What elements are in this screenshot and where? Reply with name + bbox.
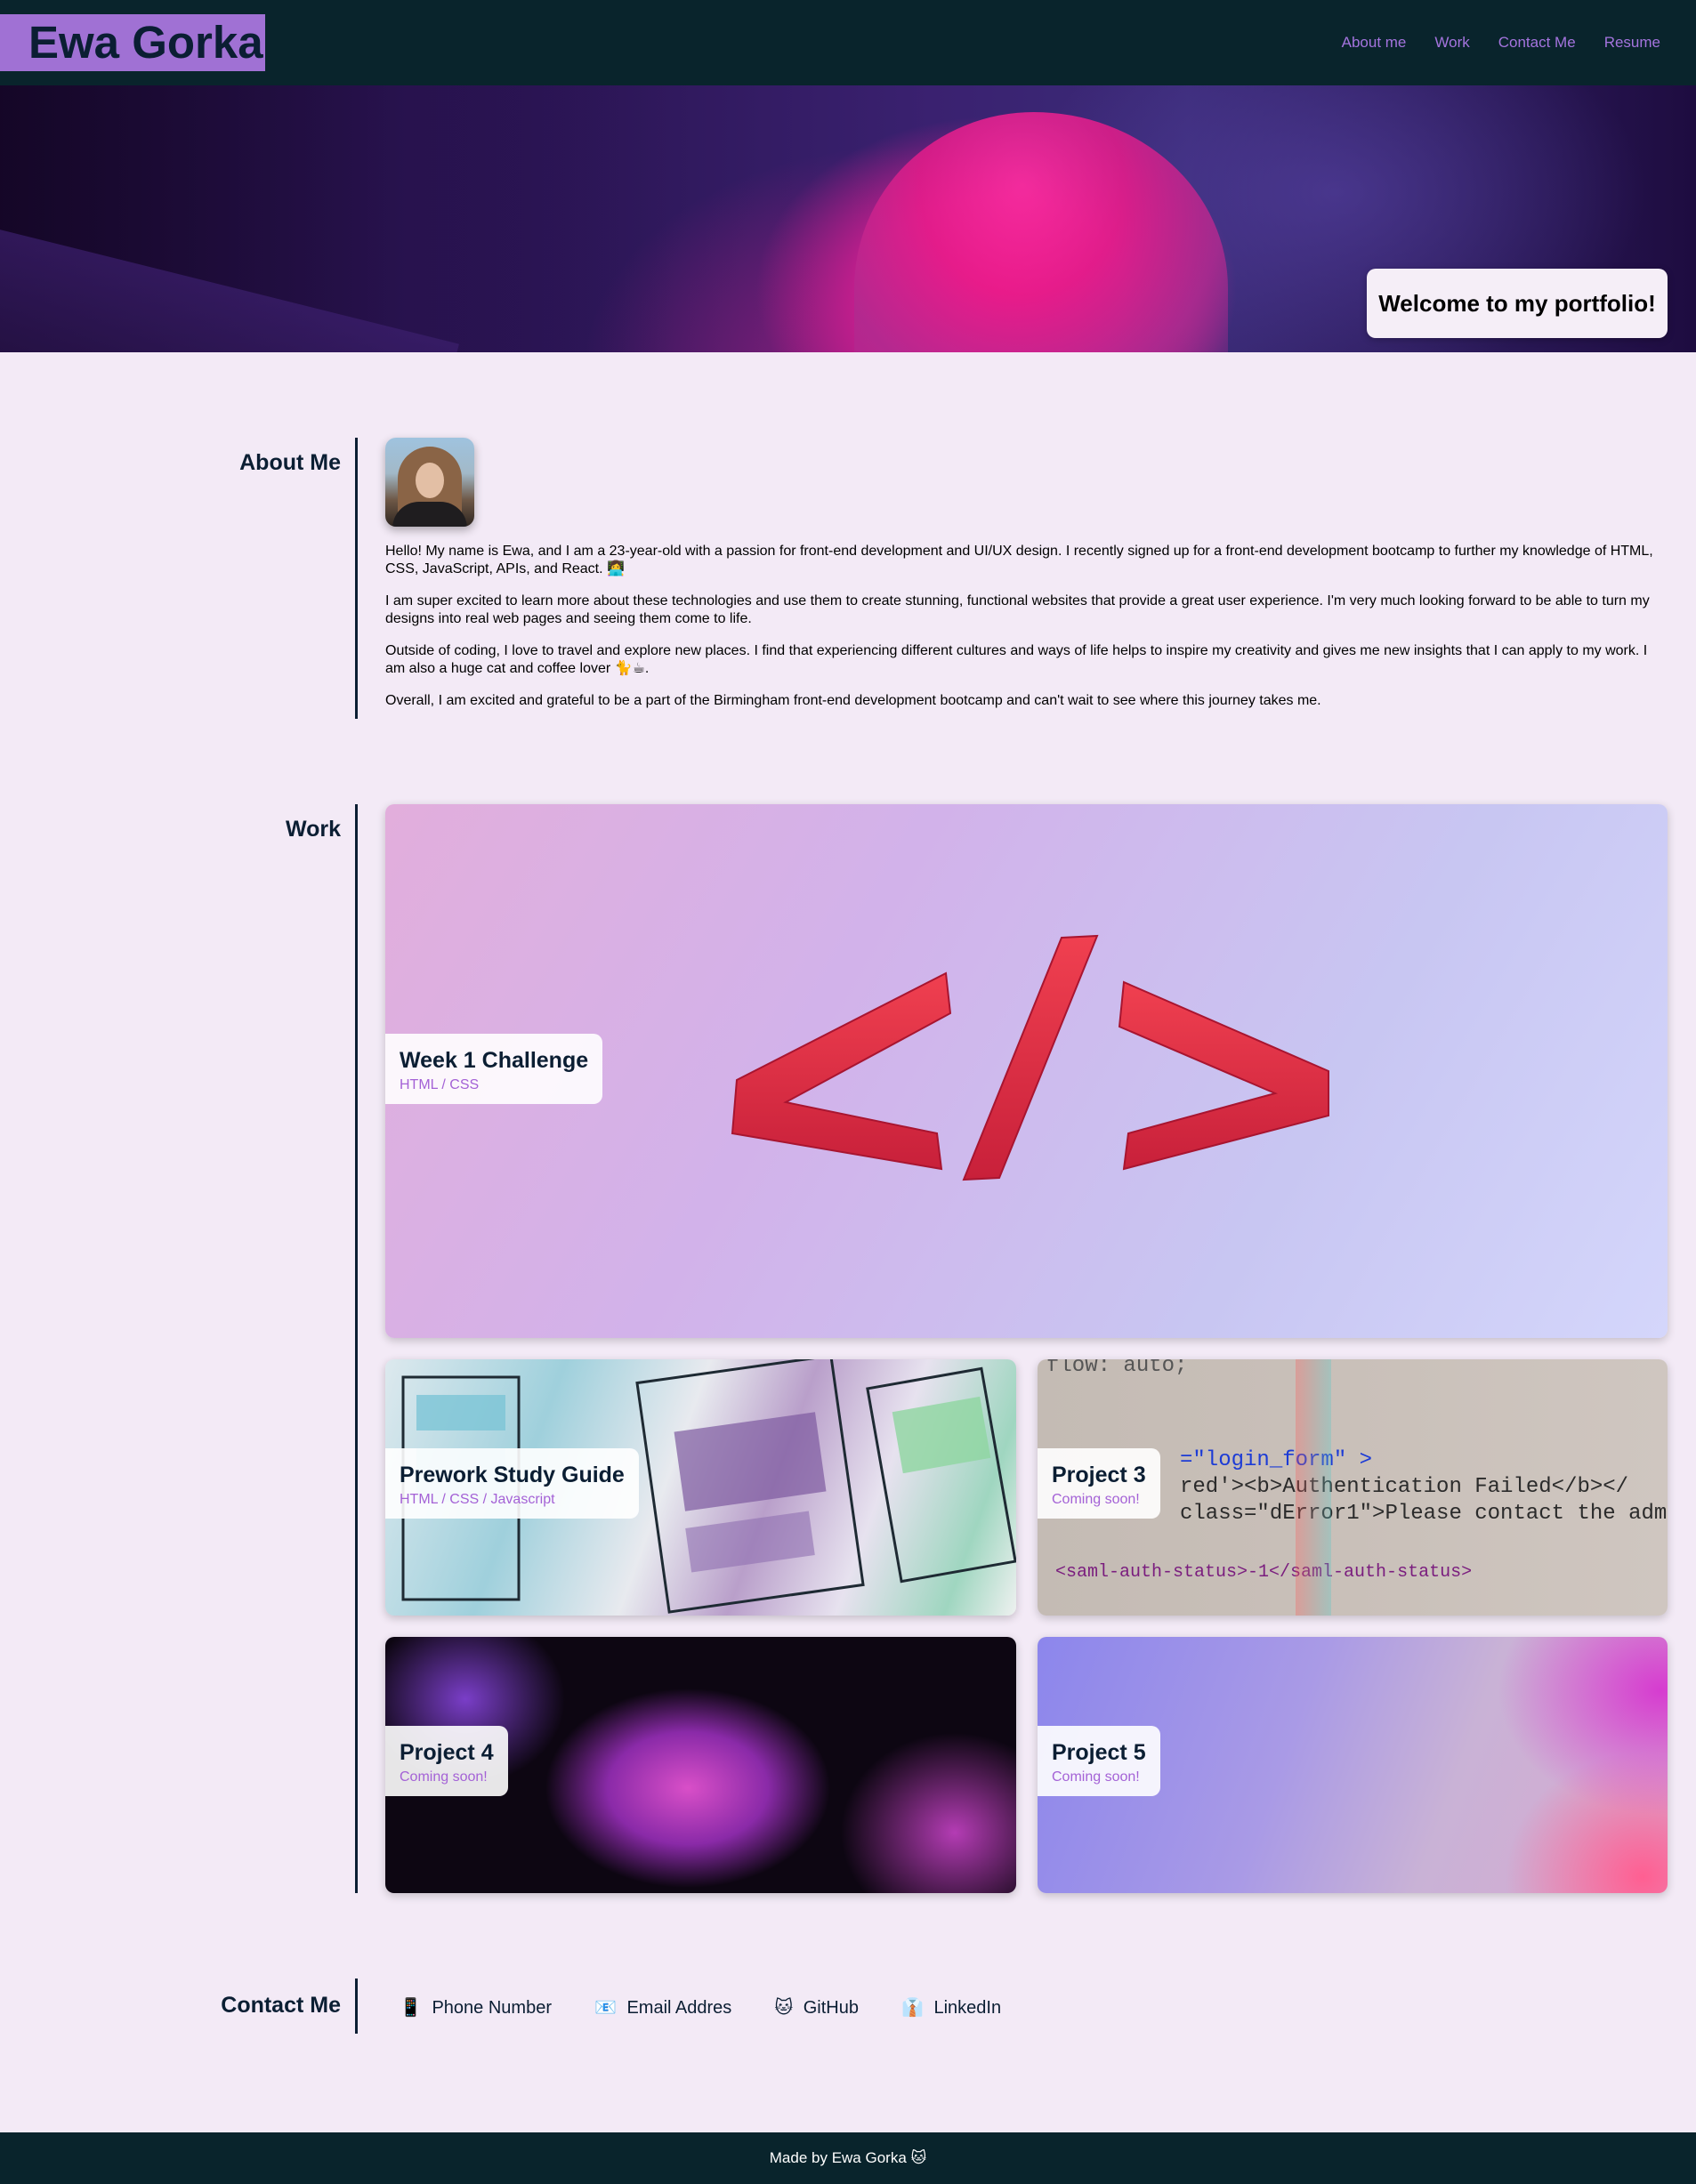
welcome-message: Welcome to my portfolio!: [1367, 269, 1668, 338]
contact-github-link[interactable]: 🐱 GitHub: [774, 1996, 859, 2019]
about-paragraph: Outside of coding, I love to travel and …: [385, 643, 1648, 676]
avatar: [385, 438, 474, 527]
project-label: Prework Study Guide HTML / CSS / Javascr…: [385, 1448, 639, 1519]
project-title: Project 3: [1052, 1463, 1146, 1487]
about-paragraph: I am super excited to learn more about t…: [385, 593, 1650, 626]
nav-work[interactable]: Work: [1434, 34, 1469, 52]
main-nav: About me Work Contact Me Resume: [1313, 0, 1660, 85]
phone-icon: 📱: [400, 1995, 422, 2018]
work-title: Work: [285, 817, 341, 842]
brand-title[interactable]: Ewa Gorka: [0, 14, 265, 71]
hero-banner: Welcome to my portfolio!: [0, 85, 1696, 352]
project-card-3[interactable]: flow: auto; ="login_form" > red'><b>Auth…: [1038, 1359, 1668, 1616]
about-divider: [355, 438, 358, 719]
cat-icon: 🐱: [774, 1995, 794, 2018]
project-subtitle: Coming soon!: [400, 1769, 488, 1785]
contact-links: 📱 Phone Number 📧 Email Addres 🐱 GitHub 👔…: [400, 1991, 1044, 2023]
project-subtitle: Coming soon!: [1052, 1492, 1140, 1507]
footer-text: Made by Ewa Gorka 🐱: [769, 2149, 927, 2166]
project-title: Project 5: [1052, 1740, 1146, 1765]
nav-about[interactable]: About me: [1342, 34, 1407, 52]
project-subtitle: Coming soon!: [1052, 1769, 1140, 1785]
contact-email-link[interactable]: 📧 Email Addres: [594, 1996, 731, 2019]
project-label: Project 5 Coming soon!: [1038, 1726, 1160, 1796]
project-subtitle: HTML / CSS / Javascript: [400, 1492, 555, 1507]
site-header: Ewa Gorka About me Work Contact Me Resum…: [0, 0, 1696, 85]
contact-linkedin-link[interactable]: 👔 LinkedIn: [901, 1996, 1001, 2019]
contact-divider: [355, 1978, 358, 2034]
contact-title: Contact Me: [221, 1993, 341, 2018]
project-label: Project 3 Coming soon!: [1038, 1448, 1160, 1519]
about-paragraph: Hello! My name is Ewa, and I am a 23-yea…: [385, 544, 1653, 576]
about-title: About Me: [239, 450, 341, 475]
about-paragraph: Overall, I am excited and grateful to be…: [385, 693, 1321, 708]
project-card-week1[interactable]: Week 1 Challenge HTML / CSS: [385, 804, 1668, 1338]
project-title: Project 4: [400, 1740, 494, 1765]
project-card-5[interactable]: Project 5 Coming soon!: [1038, 1637, 1668, 1893]
site-footer: Made by Ewa Gorka 🐱: [0, 2132, 1696, 2184]
project-card-prework[interactable]: Prework Study Guide HTML / CSS / Javascr…: [385, 1359, 1016, 1616]
nav-resume[interactable]: Resume: [1604, 34, 1660, 52]
businessperson-icon: 👔: [900, 1995, 924, 2018]
project-title: Prework Study Guide: [400, 1463, 625, 1487]
project-label: Week 1 Challenge HTML / CSS: [385, 1034, 603, 1104]
project-label: Project 4 Coming soon!: [385, 1726, 508, 1796]
project-card-4[interactable]: Project 4 Coming soon!: [385, 1637, 1016, 1893]
nav-contact[interactable]: Contact Me: [1498, 34, 1576, 52]
project-subtitle: HTML / CSS: [400, 1077, 480, 1092]
contact-phone-link[interactable]: 📱 Phone Number: [400, 1996, 552, 2019]
about-body: Hello! My name is Ewa, and I am a 23-yea…: [385, 543, 1667, 724]
project-title: Week 1 Challenge: [400, 1048, 589, 1073]
email-icon: 📧: [594, 1995, 617, 2018]
work-divider: [355, 804, 358, 1893]
hero-blob: [854, 112, 1228, 352]
